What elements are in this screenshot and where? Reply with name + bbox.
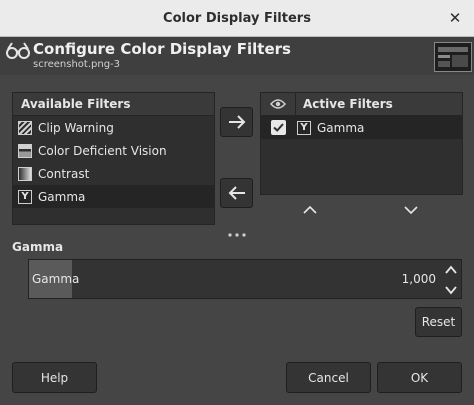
list-item-label: Gamma [317, 120, 365, 135]
gamma-icon: Y [297, 120, 311, 135]
ok-button[interactable]: OK [377, 362, 462, 393]
color-deficient-vision-icon [18, 143, 32, 158]
filter-enable-checkbox[interactable] [261, 120, 295, 135]
image-name: screenshot.png-3 [33, 59, 121, 70]
available-filters-header: Available Filters [13, 93, 214, 116]
gamma-field-label: Gamma [32, 272, 80, 286]
available-filters-heading: Available Filters [21, 97, 131, 111]
cancel-button[interactable]: Cancel [286, 362, 371, 393]
active-filter-gamma[interactable]: Y Gamma [261, 116, 462, 139]
remove-filter-button[interactable] [220, 178, 253, 208]
chevron-up-icon [303, 206, 317, 214]
gamma-spin-scale[interactable]: Gamma 1,000 [28, 259, 462, 299]
dialog-header: Configure Color Display Filters screensh… [0, 37, 474, 75]
filter-config-title: Gamma [12, 240, 64, 254]
close-button[interactable]: ✕ [436, 0, 474, 36]
visibility-column[interactable] [261, 93, 296, 115]
gamma-stepper[interactable] [443, 263, 459, 297]
list-item-label: Color Deficient Vision [38, 143, 167, 158]
contrast-icon [18, 166, 32, 181]
move-up-button[interactable] [295, 198, 325, 222]
dialog-heading: Configure Color Display Filters [33, 40, 291, 58]
list-item-clip-warning[interactable]: Clip Warning [13, 116, 214, 139]
arrow-right-icon [228, 115, 245, 129]
clip-warning-icon [18, 120, 32, 135]
move-down-button[interactable] [396, 198, 426, 222]
list-item-label: Gamma [38, 189, 86, 204]
window-titlebar: Color Display Filters ✕ [0, 0, 474, 37]
add-filter-button[interactable] [220, 107, 253, 137]
active-filters-heading: Active Filters [303, 97, 393, 111]
list-item-label: Clip Warning [38, 120, 114, 135]
reset-button[interactable]: Reset [415, 307, 462, 337]
active-filters-header: Active Filters [261, 93, 462, 116]
list-item-contrast[interactable]: Contrast [13, 162, 214, 185]
glasses-icon [6, 42, 30, 59]
list-item-gamma[interactable]: Y Gamma [13, 185, 214, 208]
arrow-left-icon [228, 186, 245, 200]
window-title: Color Display Filters [163, 10, 311, 26]
list-item-color-deficient-vision[interactable]: Color Deficient Vision [13, 139, 214, 162]
image-thumbnail [434, 42, 472, 72]
gamma-icon: Y [18, 189, 32, 204]
help-button[interactable]: Help [12, 362, 97, 393]
gamma-value[interactable]: 1,000 [402, 272, 436, 286]
available-filters-list: Available Filters Clip Warning Color Def… [12, 92, 215, 225]
drag-dots-icon [228, 233, 246, 237]
close-icon: ✕ [448, 9, 462, 27]
list-item-label: Contrast [38, 166, 90, 181]
active-filters-list: Active Filters Y Gamma [260, 92, 463, 195]
pane-resize-handle[interactable] [226, 223, 248, 237]
eye-icon [270, 99, 286, 109]
checkbox-checked-icon [270, 120, 286, 135]
chevron-down-icon [404, 206, 418, 214]
stepper-arrows-icon [445, 265, 457, 295]
